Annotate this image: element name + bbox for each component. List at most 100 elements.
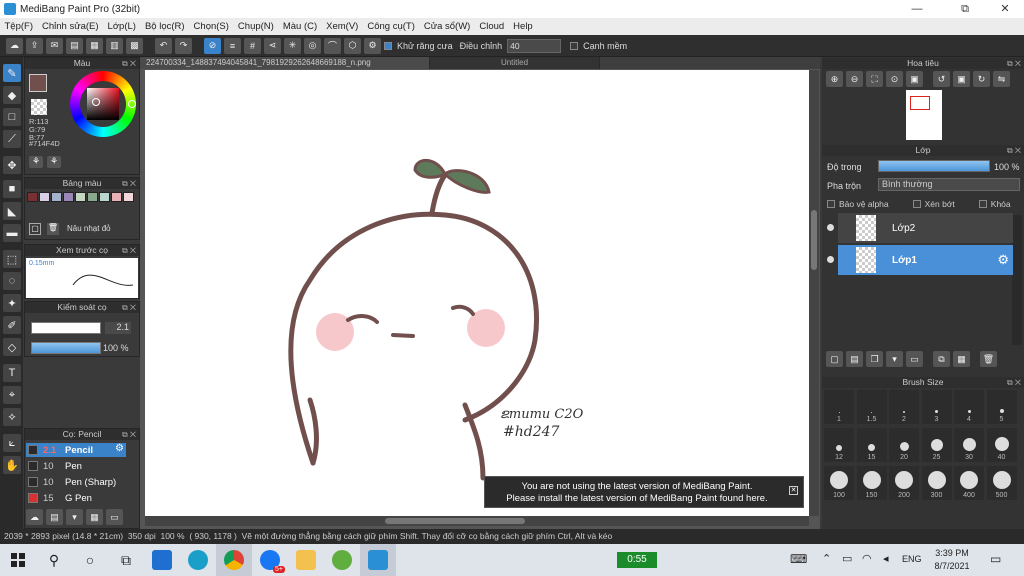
brush-size-cell[interactable]: 100 bbox=[824, 466, 854, 500]
transparent-color-swatch[interactable] bbox=[31, 99, 47, 115]
menu-window[interactable]: Cửa sổ(W) bbox=[419, 21, 474, 32]
palette-swatch[interactable] bbox=[99, 192, 110, 202]
chrome-icon[interactable] bbox=[216, 544, 252, 576]
brush-size-cell[interactable]: 20 bbox=[889, 428, 919, 462]
brush-size-cell[interactable]: 1.5 bbox=[856, 390, 887, 424]
timer-widget[interactable]: 0:55 bbox=[617, 552, 657, 568]
hue-ring[interactable] bbox=[70, 71, 136, 137]
layer-folder-icon[interactable]: ▭ bbox=[906, 351, 923, 367]
menu-cloud[interactable]: Cloud bbox=[475, 21, 509, 32]
palette-swatch[interactable] bbox=[87, 192, 98, 202]
menu-tools[interactable]: Công cụ(T) bbox=[363, 21, 420, 32]
menu-help[interactable]: Help bbox=[509, 21, 538, 32]
operation-tool-icon[interactable]: ⌖ bbox=[3, 386, 21, 404]
horizontal-scrollbar[interactable] bbox=[145, 516, 809, 526]
zoom-out-icon[interactable]: ⊖ bbox=[846, 71, 863, 87]
layer-row[interactable]: Lớp2 bbox=[827, 213, 1013, 243]
mail-icon[interactable] bbox=[144, 544, 180, 576]
drawing-canvas[interactable]: ຂmumu C2O #hd247 bbox=[145, 70, 809, 516]
brush-folder-icon[interactable]: ▭ bbox=[106, 509, 123, 525]
grid-icon[interactable]: ▩ bbox=[126, 37, 143, 54]
brush-size-cell[interactable]: 25 bbox=[921, 428, 952, 462]
brush-size-cell[interactable]: 150 bbox=[856, 466, 887, 500]
menu-file[interactable]: Tệp(F) bbox=[0, 21, 38, 32]
bucket-tool-icon[interactable]: ◣ bbox=[3, 202, 21, 220]
redo-icon[interactable]: ↷ bbox=[175, 37, 192, 54]
new-color-icon[interactable]: ▢ bbox=[29, 223, 41, 235]
text-tool-icon[interactable]: T bbox=[3, 364, 21, 382]
hand-tool-icon[interactable]: ✋ bbox=[3, 456, 21, 474]
radial-line-icon[interactable]: ✳ bbox=[284, 37, 301, 54]
tray-chevron-icon[interactable]: ⌃ bbox=[822, 552, 831, 565]
update-notice[interactable]: You are not using the latest version of … bbox=[484, 476, 804, 508]
rectangle-select-icon[interactable]: □ bbox=[3, 108, 21, 126]
restore-button[interactable]: ⧉ bbox=[950, 0, 980, 18]
add-brush-icon[interactable]: ▤ bbox=[46, 509, 63, 525]
close-button[interactable]: ✕ bbox=[990, 0, 1020, 18]
volume-icon[interactable]: ◂ bbox=[883, 552, 889, 565]
brush-size-cell[interactable]: 5 bbox=[986, 390, 1017, 424]
select-eraser-icon[interactable]: ◇ bbox=[3, 338, 21, 356]
hue-handle[interactable] bbox=[128, 100, 136, 108]
menu-color[interactable]: Màu (C) bbox=[278, 21, 321, 32]
brush-size-cell[interactable]: 400 bbox=[954, 466, 984, 500]
eyedropper-icon[interactable]: ⟀ bbox=[3, 434, 21, 452]
upload-icon[interactable]: ⇪ bbox=[26, 37, 43, 54]
gradient-tool-icon[interactable]: ▬ bbox=[3, 224, 21, 242]
actual-size-icon[interactable]: ⊙ bbox=[886, 71, 903, 87]
brush-settings-gear-icon[interactable]: ⚙ bbox=[115, 443, 124, 454]
radial-snap-icon[interactable]: ⋖ bbox=[264, 37, 281, 54]
brush-size-cell[interactable]: 200 bbox=[889, 466, 919, 500]
palette-swatch[interactable] bbox=[111, 192, 122, 202]
soft-edge-checkbox[interactable] bbox=[570, 41, 579, 50]
navigator-thumbnail[interactable] bbox=[906, 90, 942, 140]
notice-close-icon[interactable]: ✕ bbox=[789, 486, 798, 495]
palette-icon[interactable]: ⚘ bbox=[29, 156, 43, 168]
frame-icon[interactable]: ▣ bbox=[953, 71, 970, 87]
brush-size-cell[interactable]: 500 bbox=[986, 466, 1017, 500]
no-snap-icon[interactable]: ⊘ bbox=[204, 37, 221, 54]
layer-opacity-slider[interactable] bbox=[878, 160, 990, 172]
language-indicator[interactable]: ENG bbox=[902, 554, 922, 564]
cloud-icon[interactable]: ☁ bbox=[6, 37, 23, 54]
fit-width-icon[interactable]: ▣ bbox=[906, 71, 923, 87]
horizontal-scroll-thumb[interactable] bbox=[385, 518, 525, 524]
palette-alt-icon[interactable]: ⚘ bbox=[47, 156, 61, 168]
edge-icon[interactable] bbox=[180, 544, 216, 576]
duplicate-layer-icon[interactable]: ❐ bbox=[866, 351, 883, 367]
brush-size-slider[interactable] bbox=[31, 322, 101, 334]
brush-item[interactable]: 10 Pen (Sharp) bbox=[26, 475, 126, 489]
vertical-scrollbar[interactable] bbox=[809, 70, 819, 516]
lasso-tool-icon[interactable]: ◌ bbox=[3, 272, 21, 290]
document-icon[interactable]: ▦ bbox=[86, 37, 103, 54]
brush-opacity-slider[interactable] bbox=[31, 342, 101, 354]
brush-size-cell[interactable]: 40 bbox=[986, 428, 1017, 462]
antialias-checkbox[interactable] bbox=[384, 41, 392, 50]
add-cloud-brush-icon[interactable]: ☁ bbox=[26, 509, 43, 525]
parallel-snap-icon[interactable]: ≡ bbox=[224, 37, 241, 54]
zoom-in-icon[interactable]: ⊕ bbox=[826, 71, 843, 87]
select-pen-icon[interactable]: ✐ bbox=[3, 316, 21, 334]
color-picker-handle[interactable] bbox=[92, 98, 100, 106]
layer-visibility-icon[interactable] bbox=[827, 224, 834, 231]
brush-size-cell[interactable]: 12 bbox=[824, 428, 854, 462]
brush-size-cell[interactable]: 15 bbox=[856, 428, 887, 462]
move-tool-icon[interactable]: ✥ bbox=[3, 156, 21, 174]
layer-visibility-icon[interactable] bbox=[827, 256, 834, 263]
notifications-icon[interactable]: ▭ bbox=[990, 552, 1001, 566]
foreground-color-swatch[interactable] bbox=[29, 74, 47, 92]
tab-untitled[interactable]: Untitled bbox=[430, 57, 600, 69]
task-view-icon[interactable]: ⧉ bbox=[108, 544, 144, 576]
medibang-taskbar-icon[interactable] bbox=[360, 544, 396, 576]
lock-checkbox[interactable] bbox=[978, 200, 987, 208]
search-icon[interactable]: ⚲ bbox=[36, 544, 72, 576]
keyboard-icon[interactable]: ⌨ bbox=[790, 552, 807, 566]
menu-edit[interactable]: Chỉnh sửa(E) bbox=[38, 21, 104, 32]
page-icon[interactable]: ▥ bbox=[106, 37, 123, 54]
comment-icon[interactable]: ✉ bbox=[46, 37, 63, 54]
brush-item[interactable]: 15 G Pen bbox=[26, 491, 126, 505]
layer-properties-icon[interactable]: ▦ bbox=[953, 351, 970, 367]
fill-rect-icon[interactable]: ■ bbox=[3, 180, 21, 198]
menu-snap[interactable]: Chụp(N) bbox=[233, 21, 278, 32]
file-explorer-icon[interactable] bbox=[288, 544, 324, 576]
